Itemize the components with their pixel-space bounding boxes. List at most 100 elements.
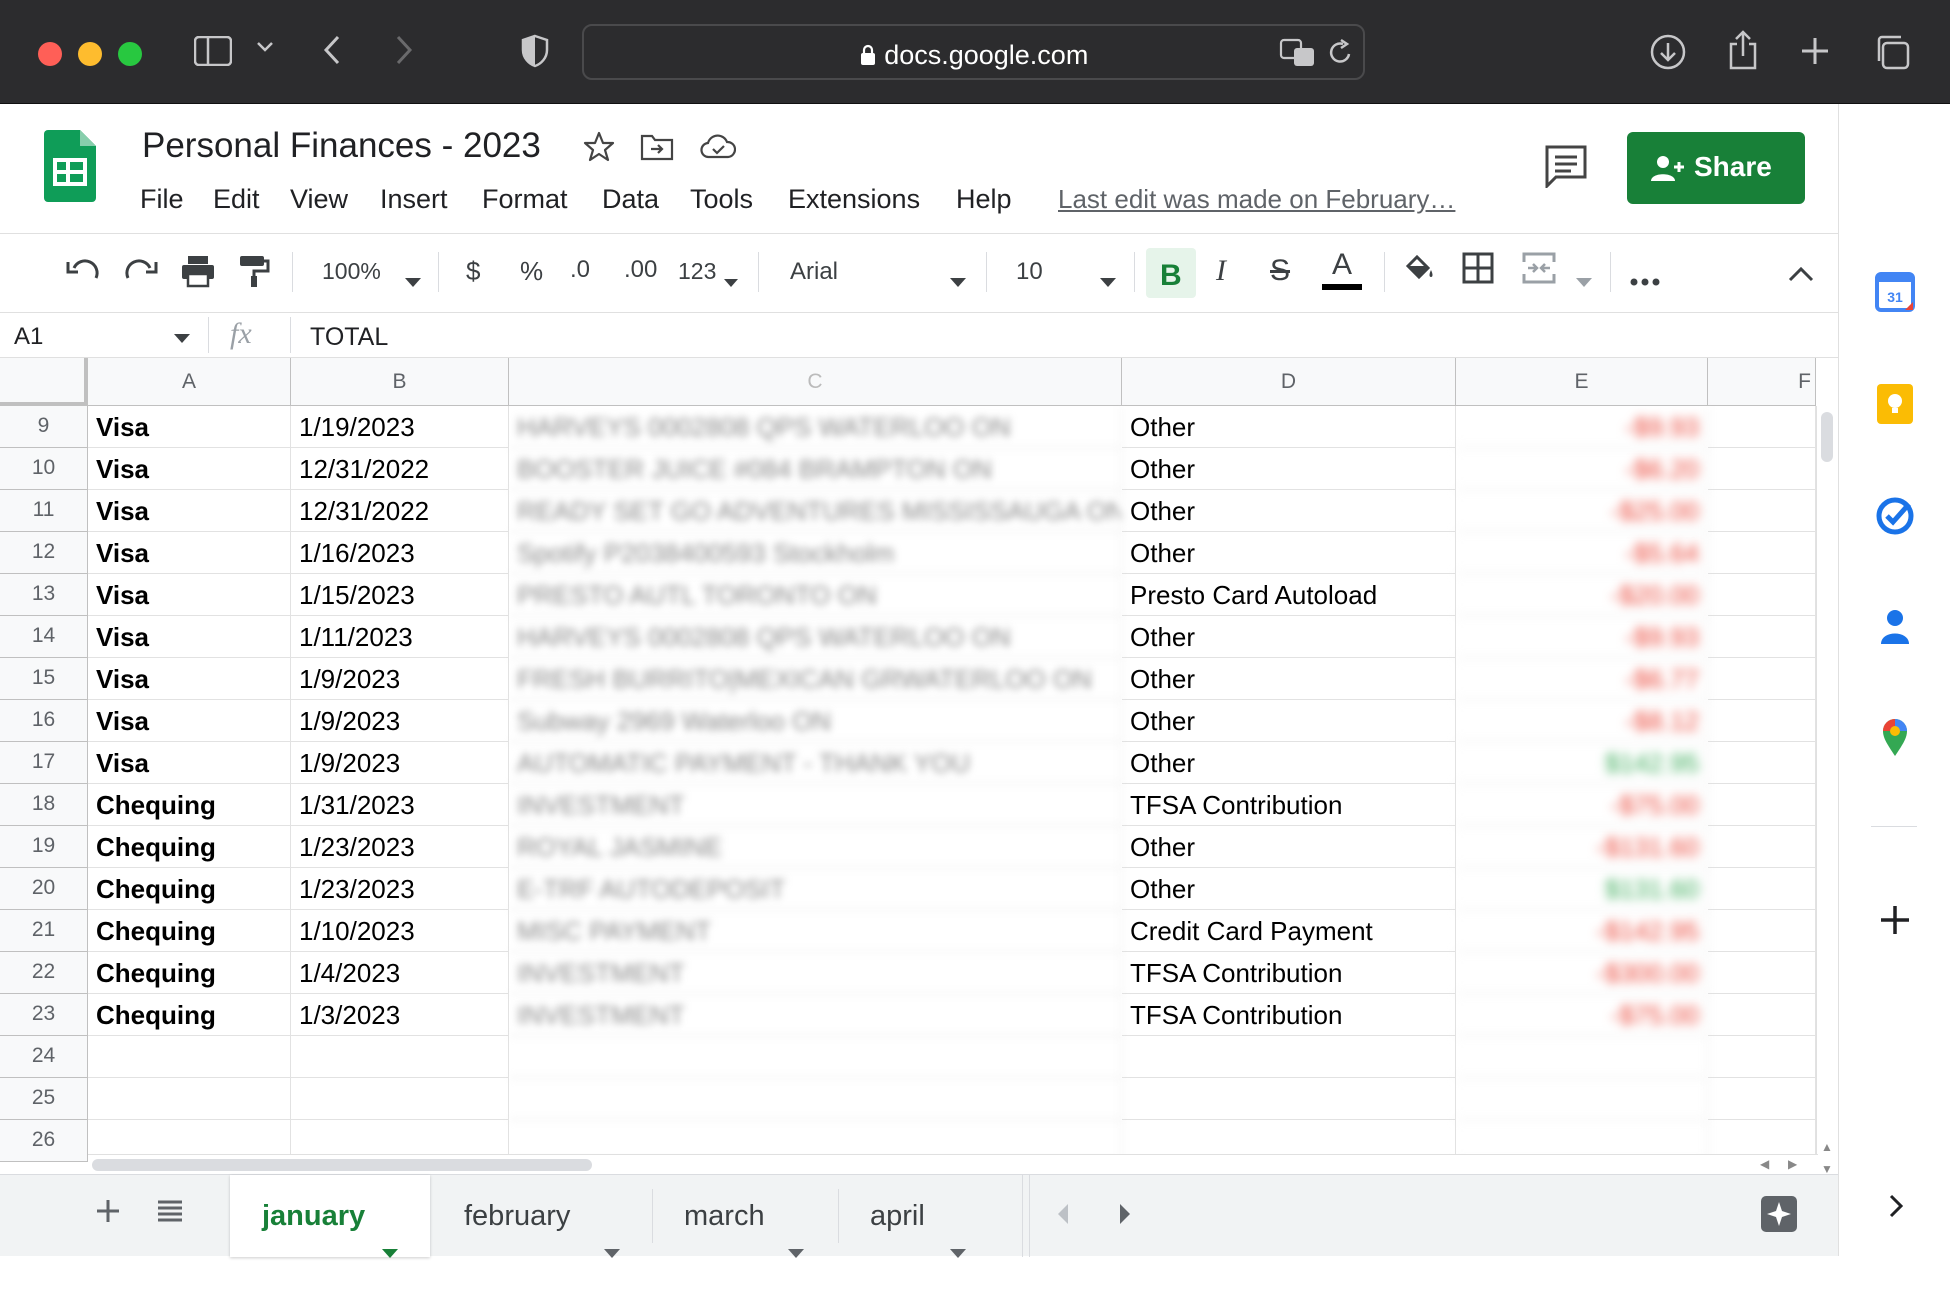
document-title[interactable]: Personal Finances - 2023 xyxy=(142,126,541,166)
cell-empty[interactable] xyxy=(1708,952,1816,994)
tab-april[interactable]: april xyxy=(842,1175,1002,1258)
cell-amount[interactable]: -$6.20 xyxy=(1456,448,1708,490)
borders-icon[interactable] xyxy=(1462,252,1494,288)
currency-format-button[interactable]: $ xyxy=(466,258,480,284)
move-folder-icon[interactable] xyxy=(640,132,674,167)
tab-january[interactable]: january xyxy=(230,1175,430,1258)
cell-amount[interactable]: -$25.00 xyxy=(1456,490,1708,532)
formula-input[interactable]: TOTAL xyxy=(310,323,388,352)
cell-account[interactable]: Visa xyxy=(88,532,291,574)
chevron-down-icon[interactable] xyxy=(256,40,274,54)
italic-button[interactable]: I xyxy=(1216,256,1226,286)
cell-amount[interactable]: -$9.93 xyxy=(1456,406,1708,448)
row-number[interactable]: 14 xyxy=(0,616,88,658)
menu-file[interactable]: File xyxy=(140,184,184,215)
contacts-icon[interactable] xyxy=(1873,604,1917,648)
add-addon-icon[interactable] xyxy=(1873,898,1917,942)
cell-amount[interactable]: -$5.64 xyxy=(1456,532,1708,574)
cell-account[interactable]: Chequing xyxy=(88,910,291,952)
scroll-down-icon[interactable]: ▼ xyxy=(1821,1162,1833,1174)
new-tab-icon[interactable] xyxy=(1800,36,1830,66)
row-number[interactable]: 18 xyxy=(0,784,88,826)
fill-color-icon[interactable] xyxy=(1402,252,1436,290)
cell-amount[interactable]: -$6.77 xyxy=(1456,658,1708,700)
cell-amount[interactable]: -$75.00 xyxy=(1456,784,1708,826)
tasks-icon[interactable] xyxy=(1873,494,1917,538)
menu-format[interactable]: Format xyxy=(482,184,568,215)
column-header-b[interactable]: B xyxy=(291,358,509,406)
decrease-decimal-button[interactable]: .0 xyxy=(570,258,590,282)
cell-amount[interactable]: -$131.60 xyxy=(1456,826,1708,868)
cell-date[interactable]: 1/9/2023 xyxy=(291,700,509,742)
cell-empty[interactable] xyxy=(1708,616,1816,658)
row-number[interactable]: 12 xyxy=(0,532,88,574)
cell-account[interactable]: Visa xyxy=(88,406,291,448)
scroll-left-icon[interactable]: ◀ xyxy=(1760,1157,1769,1171)
cell-category[interactable]: Other xyxy=(1122,490,1456,532)
row-number[interactable]: 22 xyxy=(0,952,88,994)
row-number[interactable]: 16 xyxy=(0,700,88,742)
cell-date[interactable]: 1/4/2023 xyxy=(291,952,509,994)
cell-date[interactable]: 1/23/2023 xyxy=(291,826,509,868)
cell-description[interactable]: BOOSTER JUICE #084 BRAMPTON ON xyxy=(509,448,1122,490)
font-size-select[interactable]: 10 xyxy=(1016,260,1043,284)
tab-february[interactable]: february xyxy=(436,1175,648,1258)
row-number[interactable]: 23 xyxy=(0,994,88,1036)
vertical-scrollbar[interactable]: ▲ ▼ xyxy=(1816,406,1838,1174)
cell-date[interactable]: 12/31/2022 xyxy=(291,448,509,490)
cell-date[interactable] xyxy=(291,1036,509,1078)
cell-description[interactable]: AUTOMATIC PAYMENT - THANK YOU xyxy=(509,742,1122,784)
menu-edit[interactable]: Edit xyxy=(213,184,260,215)
column-header-c[interactable]: C xyxy=(509,358,1122,406)
cell-category[interactable]: Other xyxy=(1122,448,1456,490)
cell-amount[interactable]: $131.60 xyxy=(1456,868,1708,910)
cell-description[interactable]: Subway 2969 Waterloo ON xyxy=(509,700,1122,742)
cell-empty[interactable] xyxy=(1708,784,1816,826)
bold-button[interactable]: B xyxy=(1146,248,1196,298)
cell-date[interactable]: 1/19/2023 xyxy=(291,406,509,448)
tab-march[interactable]: march xyxy=(656,1175,836,1258)
cell-empty[interactable] xyxy=(1708,574,1816,616)
print-icon[interactable] xyxy=(180,254,216,292)
row-number[interactable]: 20 xyxy=(0,868,88,910)
cell-account[interactable]: Chequing xyxy=(88,994,291,1036)
increase-decimal-button[interactable]: .00 xyxy=(624,258,657,282)
zoom-dropdown-icon[interactable] xyxy=(405,266,421,292)
cell-amount[interactable]: -$20.00 xyxy=(1456,574,1708,616)
more-options-icon[interactable] xyxy=(1630,264,1660,290)
cell-account[interactable]: Visa xyxy=(88,490,291,532)
cell-category[interactable]: Other xyxy=(1122,532,1456,574)
cell-empty[interactable] xyxy=(1708,742,1816,784)
zoom-window-button[interactable] xyxy=(118,42,142,66)
cell-date[interactable] xyxy=(291,1078,509,1120)
cell-empty[interactable] xyxy=(1708,994,1816,1036)
cell-category[interactable]: Other xyxy=(1122,868,1456,910)
cell-account[interactable]: Chequing xyxy=(88,826,291,868)
redo-icon[interactable] xyxy=(124,258,158,284)
address-bar[interactable]: docs.google.com xyxy=(582,24,1365,80)
cell-description[interactable]: INVESTMENT xyxy=(509,784,1122,826)
cell-empty[interactable] xyxy=(1708,868,1816,910)
strikethrough-button[interactable]: S xyxy=(1270,256,1290,286)
cell-description[interactable]: Spotify P2038400593 Stockholm xyxy=(509,532,1122,574)
menu-tools[interactable]: Tools xyxy=(690,184,753,215)
cell-empty[interactable] xyxy=(1708,910,1816,952)
cell-amount[interactable] xyxy=(1456,1036,1708,1078)
cell-description[interactable]: READY SET GO ADVENTURES MISSISSAUGA ON xyxy=(509,490,1122,532)
cell-account[interactable]: Chequing xyxy=(88,784,291,826)
cell-account[interactable]: Visa xyxy=(88,658,291,700)
merge-cells-icon[interactable] xyxy=(1522,252,1556,288)
sheets-logo-icon[interactable] xyxy=(44,130,96,207)
reload-icon[interactable] xyxy=(1328,38,1354,66)
cell-amount[interactable]: $142.95 xyxy=(1456,742,1708,784)
font-select[interactable]: Arial xyxy=(790,260,838,284)
row-number[interactable]: 15 xyxy=(0,658,88,700)
cell-description[interactable]: E-TRF AUTODEPOSIT xyxy=(509,868,1122,910)
explore-icon[interactable] xyxy=(1760,1195,1798,1238)
cell-amount[interactable]: -$142.95 xyxy=(1456,910,1708,952)
font-dropdown-icon[interactable] xyxy=(950,266,966,292)
cell-date[interactable]: 1/31/2023 xyxy=(291,784,509,826)
zoom-select[interactable]: 100% xyxy=(322,260,381,283)
text-color-button[interactable]: A xyxy=(1322,250,1362,290)
menu-insert[interactable]: Insert xyxy=(380,184,448,215)
